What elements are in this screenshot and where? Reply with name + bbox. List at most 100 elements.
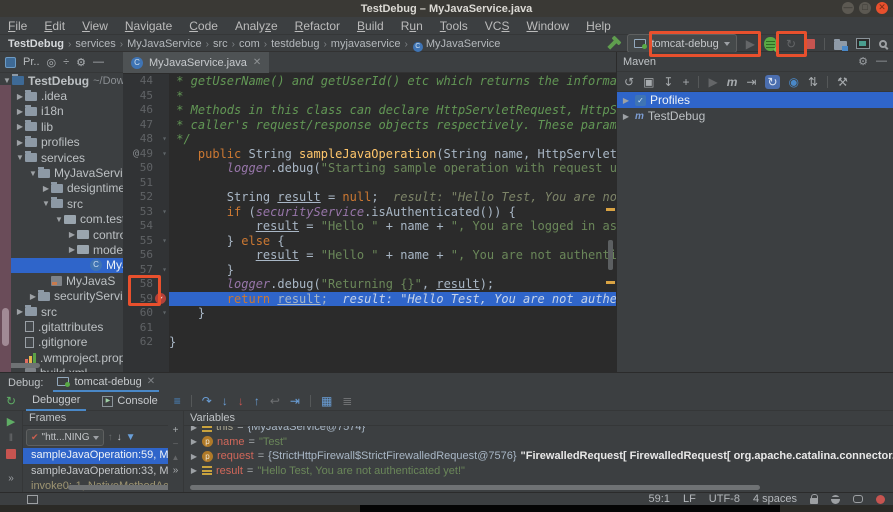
maximize-button[interactable]: □ [859, 2, 871, 14]
code-line-59[interactable]: return result; result: "Hello Test, You … [169, 292, 616, 307]
code-line-45[interactable]: * [169, 89, 616, 104]
file-encoding[interactable]: UTF-8 [709, 493, 740, 505]
evaluate-expression-icon[interactable]: ▦ [321, 394, 332, 408]
indent-setting[interactable]: 4 spaces [753, 493, 797, 505]
rerun-icon[interactable]: ↻ [6, 394, 16, 408]
step-into-icon[interactable]: ↓ [222, 394, 228, 408]
editor-gutter[interactable]: 4445464748▾49@▾50515253▾5455▾5657▾5859✔6… [123, 74, 169, 372]
expand-collapse-icon[interactable]: ⇅ [808, 75, 818, 89]
next-frame-icon[interactable]: ↓ [117, 432, 122, 443]
code-line-57[interactable]: } [169, 263, 616, 278]
breadcrumb-item[interactable]: testdebug [271, 38, 319, 50]
close-button[interactable]: ✕ [876, 2, 888, 14]
tree-chevron-icon[interactable]: ▼ [15, 153, 25, 162]
offline-mode-icon[interactable]: ◉ [789, 75, 799, 89]
gutter-line-48[interactable]: 48▾ [123, 132, 169, 147]
gutter-line-44[interactable]: 44 [123, 74, 169, 89]
tree-item-src[interactable]: ▼src [0, 196, 123, 211]
code-line-58[interactable]: logger.debug("Returning {}", result); [169, 277, 616, 292]
error-notification-badge[interactable] [876, 495, 885, 504]
minimize-button[interactable]: — [842, 2, 854, 14]
tree-chevron-icon[interactable]: ▶ [15, 138, 25, 147]
variable-row-name[interactable]: ▶pname= "Test" [184, 435, 893, 450]
menu-item-code[interactable]: Code [189, 19, 218, 33]
gutter-line-45[interactable]: 45 [123, 89, 169, 104]
build-project-icon[interactable] [608, 38, 619, 49]
fold-marker-icon[interactable]: ▾ [162, 263, 167, 278]
tree-item-idea[interactable]: ▶.idea [0, 88, 123, 103]
tab-console[interactable]: ▶Console [96, 392, 163, 411]
code-area[interactable]: * getUserName() and getUserId() etc whic… [169, 74, 616, 350]
tree-item-contro[interactable]: ▶contro [0, 227, 123, 242]
code-line-47[interactable]: * caller's request/response objects resp… [169, 118, 616, 133]
write-lock-icon[interactable] [810, 498, 818, 504]
tree-item-mode[interactable]: ▶mode [0, 242, 123, 257]
add-watch-icon[interactable]: + [173, 425, 179, 436]
code-line-61[interactable] [169, 321, 616, 336]
code-line-46[interactable]: * Methods in this class can declare Http… [169, 103, 616, 118]
gutter-line-49[interactable]: 49@▾ [123, 147, 169, 162]
code-line-60[interactable]: } [169, 306, 616, 321]
scrollbar-thumb[interactable] [608, 240, 613, 270]
step-over-icon[interactable]: ↷ [202, 394, 212, 408]
close-session-icon[interactable]: ✕ [147, 376, 155, 387]
thread-selector[interactable]: ✔ "htt...NING [26, 429, 104, 446]
code-line-53[interactable]: if (securityService.isAuthenticated()) { [169, 205, 616, 220]
locate-file-icon[interactable]: ◎ [47, 56, 57, 69]
menu-item-analyze[interactable]: Analyze [235, 19, 278, 33]
menu-item-build[interactable]: Build [357, 19, 384, 33]
execute-maven-goal-icon[interactable]: m [727, 75, 738, 89]
breadcrumb-item[interactable]: MyJavaService [127, 38, 202, 50]
tree-chevron-icon[interactable]: ▶ [67, 245, 77, 254]
tree-item-testdebug[interactable]: ▼TestDebug~/Dow [0, 73, 123, 88]
tree-item-myjavaservic[interactable]: ▼MyJavaServic [0, 165, 123, 180]
gutter-line-50[interactable]: 50 [123, 161, 169, 176]
gutter-line-58[interactable]: 58 [123, 277, 169, 292]
force-step-into-icon[interactable]: ↓ [238, 394, 244, 408]
gutter-line-61[interactable]: 61 [123, 321, 169, 336]
variable-row-request[interactable]: ▶prequest= {StrictHttpFirewall$StrictFir… [184, 449, 893, 464]
tree-chevron-icon[interactable]: ▶ [190, 466, 198, 475]
menu-item-run[interactable]: Run [401, 19, 423, 33]
gutter-line-55[interactable]: 55▾ [123, 234, 169, 249]
tree-chevron-icon[interactable]: ▶ [28, 292, 38, 301]
tree-chevron-icon[interactable]: ▶ [15, 307, 25, 316]
step-out-icon[interactable]: ↑ [254, 394, 260, 408]
filter-frames-icon[interactable]: ▼ [126, 432, 136, 443]
tree-item-securityservic[interactable]: ▶securityServic [0, 288, 123, 303]
tree-chevron-icon[interactable]: ▶ [190, 426, 198, 432]
tree-item-services[interactable]: ▼services [0, 150, 123, 165]
tree-item-myjav[interactable]: CMyJav [0, 258, 123, 273]
run-button-icon[interactable]: ▶ [746, 37, 755, 51]
tree-chevron-icon[interactable]: ▼ [2, 76, 12, 85]
project-view-dropdown[interactable]: Pr.. [23, 56, 40, 68]
debug-button-icon[interactable] [764, 37, 777, 51]
gear-icon[interactable]: ⚙ [858, 55, 868, 68]
tree-item-i18n[interactable]: ▶i18n [0, 104, 123, 119]
breadcrumb-item[interactable]: TestDebug [8, 38, 64, 50]
hide-panel-icon[interactable]: — [93, 56, 104, 68]
menu-item-file[interactable]: File [8, 19, 27, 33]
tree-item-src[interactable]: ▶src [0, 304, 123, 319]
run-maven-build-icon[interactable]: ▶ [708, 75, 717, 89]
stop-process-icon[interactable] [6, 449, 16, 459]
code-line-52[interactable]: String result = null; result: "Hello Tes… [169, 190, 616, 205]
fold-marker-icon[interactable]: ▾ [162, 234, 167, 249]
tree-chevron-icon[interactable]: ▼ [41, 199, 51, 208]
inspections-profile-icon[interactable] [831, 495, 840, 504]
tree-chevron-icon[interactable]: ▼ [54, 215, 64, 224]
tree-chevron-icon[interactable]: ▶ [15, 122, 25, 131]
more-icon[interactable]: » [173, 465, 179, 476]
move-watch-up-icon[interactable]: ▲ [172, 453, 180, 462]
fold-marker-icon[interactable]: ▾ [162, 306, 167, 321]
code-line-50[interactable]: logger.debug("Starting sample operation … [169, 161, 616, 176]
reimport-icon[interactable]: ↻ [765, 75, 779, 89]
code-editor[interactable]: 4445464748▾49@▾50515253▾5455▾5657▾5859✔6… [123, 73, 616, 372]
tree-item-comtest[interactable]: ▼com.test [0, 212, 123, 227]
frame-row[interactable]: sampleJavaOperation:59, My [23, 448, 168, 464]
skip-tests-icon[interactable]: ⇥ [746, 75, 756, 89]
generate-sources-icon[interactable]: ▣ [643, 75, 654, 89]
run-configuration-select[interactable]: tomcat-debug [627, 34, 736, 53]
gutter-line-46[interactable]: 46 [123, 103, 169, 118]
variables-hscrollbar[interactable] [190, 485, 760, 490]
